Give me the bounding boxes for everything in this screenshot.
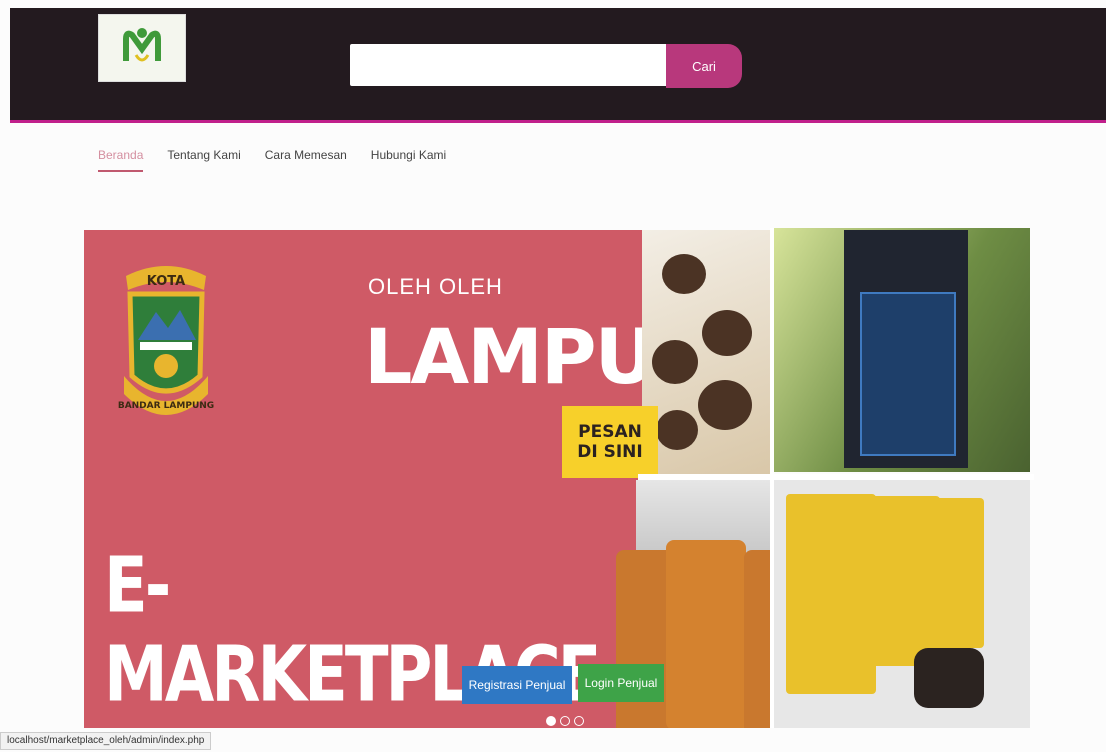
city-crest-icon: KOTA BANDAR LAMPUNG [118,266,214,415]
order-here-line2: DI SINI [577,442,643,462]
product-photo-dried-fruit [642,230,770,476]
logo-icon [123,28,161,62]
carousel-dot-3[interactable] [574,716,584,726]
nav-item-cara-memesan[interactable]: Cara Memesan [265,148,347,172]
product-photo-coffee [774,228,1030,472]
order-here-line1: PESAN [578,422,642,442]
order-here-badge[interactable]: PESAN DI SINI [562,406,658,478]
crest-top-text: KOTA [147,274,185,289]
carousel-dot-1[interactable] [546,716,556,726]
search-button[interactable]: Cari [666,44,742,88]
carousel-indicators [546,716,584,726]
search-input[interactable] [350,44,668,86]
coffee-bag-label [860,292,956,456]
crest-bottom-text: BANDAR LAMPUNG [118,401,214,411]
login-seller-button[interactable]: Login Penjual [578,664,664,702]
nav-item-tentang-kami[interactable]: Tentang Kami [167,148,240,172]
site-logo[interactable] [98,14,186,82]
hero-carousel[interactable]: KOTA BANDAR LAMPUNG OLEH OLEH LAMPUNG E-… [84,228,1034,728]
product-photo-snack-bags [774,478,1030,728]
status-bar-url: localhost/marketplace_oleh/admin/index.p… [0,732,212,750]
main-nav: Beranda Tentang Kami Cara Memesan Hubung… [98,148,446,172]
nav-item-hubungi-kami[interactable]: Hubungi Kami [371,148,446,172]
carousel-dot-2[interactable] [560,716,570,726]
register-seller-button[interactable]: Registrasi Penjual [462,666,572,704]
nav-item-beranda[interactable]: Beranda [98,148,144,172]
banner-subtitle: OLEH OLEH [368,274,503,299]
header-bar: Cari [10,8,1106,123]
banner-red-panel: KOTA BANDAR LAMPUNG OLEH OLEH LAMPUNG E-… [84,230,778,728]
banner-divider-horizontal [638,474,1034,480]
